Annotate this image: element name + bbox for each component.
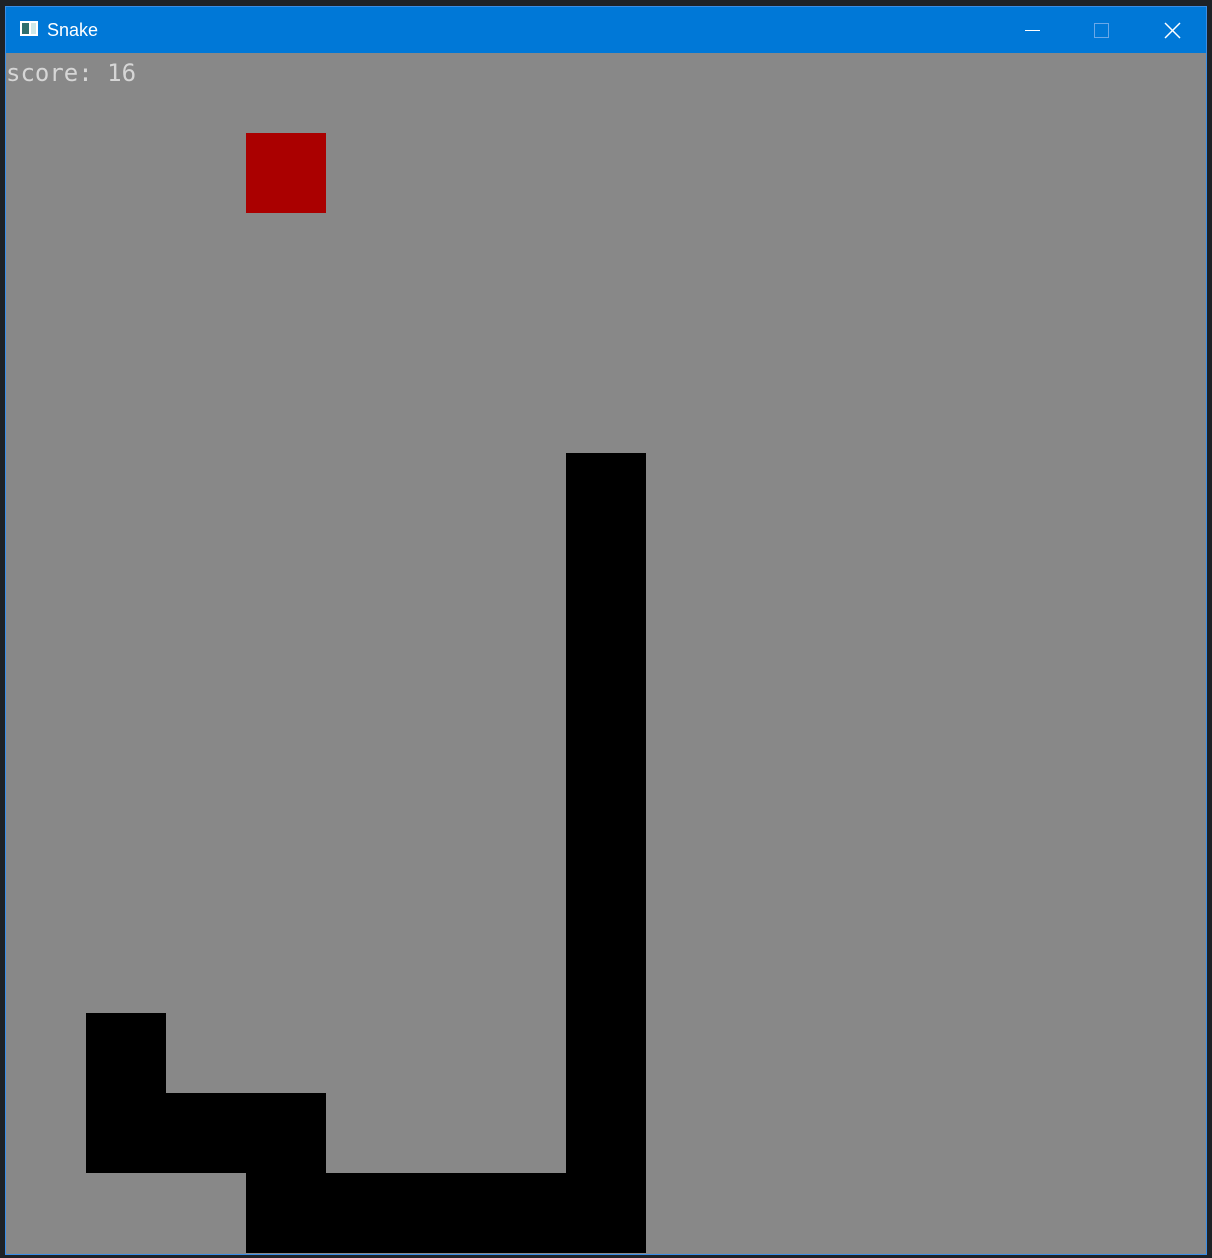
snake-segment [86,1093,166,1173]
snake-segment [566,613,646,693]
snake-segment [566,533,646,613]
score-label: score: 16 [6,59,137,87]
snake-segment [246,1173,326,1253]
minimize-button[interactable] [996,7,1064,53]
snake-segment [566,773,646,853]
snake-segment [246,1093,326,1173]
maximize-button[interactable] [1066,7,1134,53]
app-icon [20,21,38,36]
snake-segment [326,1173,406,1253]
game-canvas[interactable]: score: 16 [6,53,1206,1254]
snake-segment [86,1013,166,1093]
close-icon [1164,22,1181,39]
snake-segment [486,1173,566,1253]
snake-segment [566,933,646,1013]
title-bar[interactable]: Snake [6,7,1206,53]
snake-segment [566,693,646,773]
snake-segment [566,1013,646,1093]
snake-segment [566,1093,646,1173]
snake-segment [566,853,646,933]
snake-head [566,453,646,533]
game-window: Snake score: 16 [5,6,1207,1255]
snake-segment [406,1173,486,1253]
game-board [86,133,646,1253]
window-title: Snake [47,20,99,40]
food-item [246,133,326,213]
snake-segment [166,1093,246,1173]
maximize-icon [1094,23,1109,38]
close-button[interactable] [1136,7,1204,53]
minimize-icon [1025,30,1040,31]
snake-segment [566,1173,646,1253]
